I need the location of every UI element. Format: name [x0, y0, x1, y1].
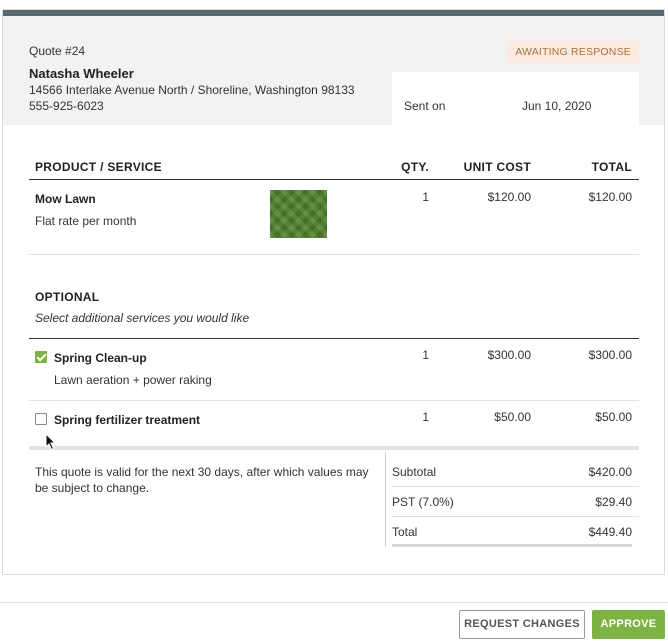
- sent-date-box: Sent on Jun 10, 2020: [392, 72, 639, 125]
- optional-item-description: Lawn aeration + power raking: [54, 373, 212, 387]
- column-header-product: PRODUCT / SERVICE: [35, 160, 162, 174]
- optional-item-total: $50.00: [595, 410, 632, 424]
- optional-subtitle: Select additional services you would lik…: [35, 311, 250, 325]
- optional-item-unit-cost: $50.00: [494, 410, 531, 424]
- totals-divider: [385, 452, 386, 547]
- column-header-unit-cost: UNIT COST: [463, 160, 531, 174]
- sent-date: Jun 10, 2020: [522, 99, 592, 113]
- mouse-cursor-icon: [45, 433, 57, 451]
- optional-item-qty: 1: [422, 410, 429, 424]
- sent-label: Sent on: [404, 99, 446, 113]
- optional-item-unit-cost: $300.00: [487, 348, 531, 362]
- optional-title: OPTIONAL: [35, 290, 100, 304]
- tax-label: PST (7.0%): [392, 495, 454, 509]
- item-unit-cost: $120.00: [487, 190, 531, 204]
- tax-value: $29.40: [595, 495, 632, 509]
- row-divider: [29, 254, 639, 255]
- optional-item-name: Spring fertilizer treatment: [54, 413, 201, 427]
- total-underline: [392, 544, 632, 547]
- total-label: Total: [392, 525, 418, 539]
- quote-card: Quote #24 Natasha Wheeler 14566 Interlak…: [2, 9, 665, 575]
- spring-cleanup-checkbox[interactable]: [35, 351, 47, 363]
- optional-item-name: Spring Clean-up: [54, 351, 147, 365]
- section-divider: [29, 446, 639, 450]
- item-name: Mow Lawn: [35, 192, 96, 206]
- terms-line-2: be subject to change.: [35, 481, 150, 495]
- optional-item-total: $300.00: [588, 348, 632, 362]
- totals-row-divider: [392, 486, 639, 487]
- approve-button[interactable]: APPROVE: [592, 610, 665, 639]
- optional-item-qty: 1: [422, 348, 429, 362]
- spring-fertilizer-checkbox[interactable]: [35, 413, 47, 425]
- total-value: $449.40: [588, 525, 632, 539]
- subtotal-value: $420.00: [588, 465, 632, 479]
- subtotal-label: Subtotal: [392, 465, 437, 479]
- quote-number: Quote #24: [29, 44, 86, 58]
- item-qty: 1: [422, 190, 429, 204]
- item-description: Flat rate per month: [35, 214, 137, 228]
- client-phone: 555-925-6023: [29, 99, 104, 113]
- totals-row-divider: [392, 516, 639, 517]
- footer-divider: [0, 602, 668, 603]
- client-address: 14566 Interlake Avenue North / Shoreline…: [29, 83, 355, 97]
- quote-header: Quote #24 Natasha Wheeler 14566 Interlak…: [3, 16, 664, 125]
- lawn-image: [270, 190, 327, 238]
- row-divider: [29, 400, 639, 401]
- header-divider: [29, 179, 639, 180]
- optional-divider: [29, 338, 639, 339]
- column-header-qty: QTY.: [401, 160, 429, 174]
- client-name: Natasha Wheeler: [29, 66, 134, 81]
- column-header-total: TOTAL: [591, 160, 632, 174]
- request-changes-button[interactable]: REQUEST CHANGES: [459, 610, 585, 639]
- status-badge: AWAITING RESPONSE: [507, 41, 639, 63]
- terms-line-1: This quote is valid for the next 30 days…: [35, 465, 369, 479]
- item-total: $120.00: [588, 190, 632, 204]
